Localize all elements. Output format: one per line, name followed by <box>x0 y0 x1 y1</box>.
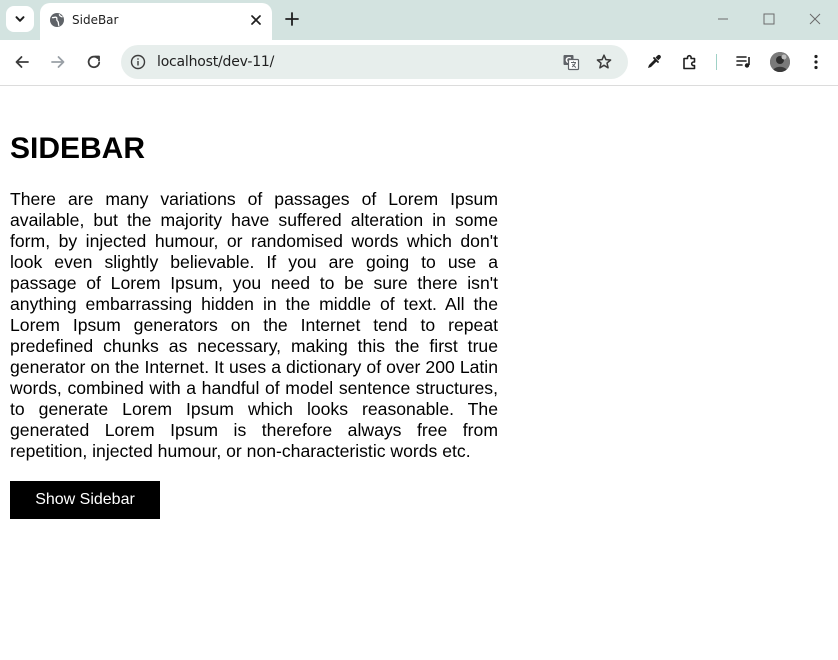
puzzle-icon[interactable] <box>681 53 699 71</box>
browser-tab[interactable]: SideBar <box>40 3 272 40</box>
kebab-menu-icon[interactable] <box>807 53 825 71</box>
plus-icon[interactable] <box>283 10 301 28</box>
eyedropper-icon[interactable] <box>645 53 663 71</box>
star-icon[interactable] <box>595 53 613 71</box>
avatar[interactable] <box>770 52 790 72</box>
arrow-right-icon[interactable] <box>49 53 67 71</box>
reload-icon[interactable] <box>85 53 103 71</box>
globe-icon <box>50 13 64 27</box>
url-text[interactable]: localhost/dev-11/ <box>157 54 274 70</box>
minimize-icon[interactable] <box>715 11 731 27</box>
browser-toolbar: localhost/dev-11/ G <box>0 40 838 86</box>
address-bar[interactable]: localhost/dev-11/ G <box>121 45 628 79</box>
window-close-icon[interactable] <box>807 11 823 27</box>
browser-titlebar: SideBar <box>0 0 838 40</box>
page-title: SIDEBAR <box>10 132 146 165</box>
maximize-icon[interactable] <box>761 11 777 27</box>
translate-icon[interactable]: G <box>562 53 580 71</box>
page-content: SIDEBAR There are many variations of pas… <box>0 87 838 660</box>
show-sidebar-button[interactable]: Show Sidebar <box>10 481 160 519</box>
arrow-left-icon[interactable] <box>13 53 31 71</box>
info-icon[interactable] <box>130 54 146 70</box>
chevron-down-icon <box>15 16 25 22</box>
tab-search-button[interactable] <box>6 6 34 32</box>
toolbar-separator <box>716 54 717 70</box>
tab-title: SideBar <box>72 13 119 27</box>
body-paragraph: There are many variations of passages of… <box>10 189 498 461</box>
media-controls-icon[interactable] <box>735 53 753 71</box>
close-icon[interactable] <box>248 12 264 28</box>
